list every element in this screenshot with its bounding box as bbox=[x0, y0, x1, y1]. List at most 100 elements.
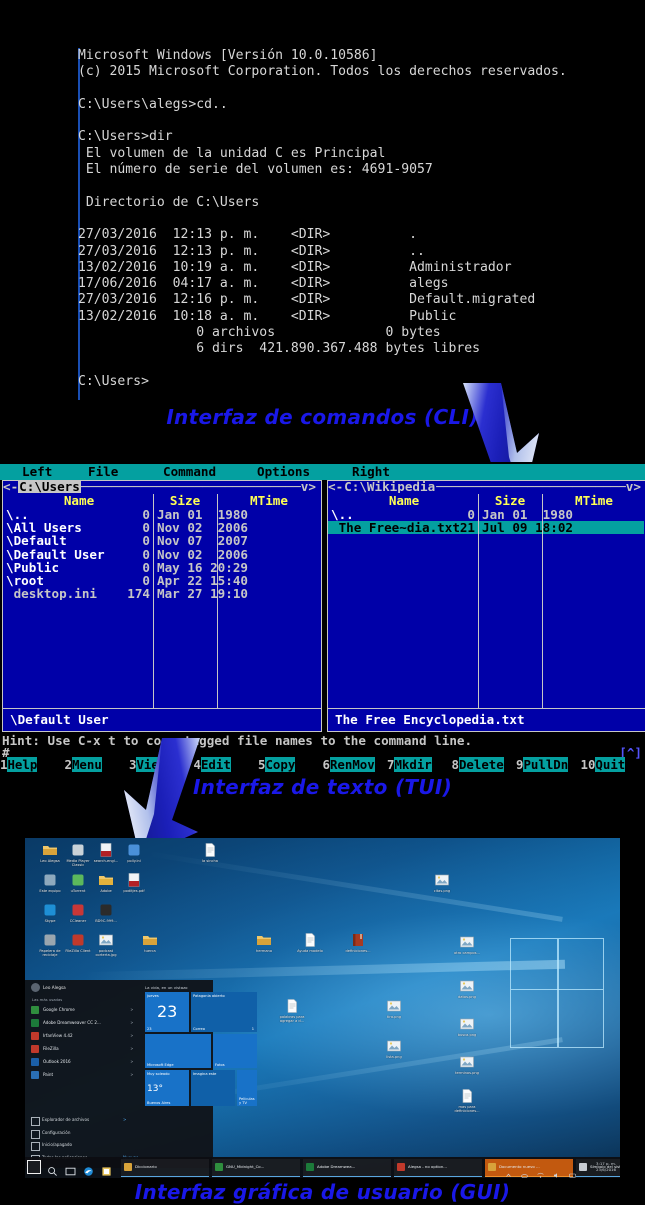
chevron-right-icon[interactable]: > bbox=[131, 1007, 133, 1012]
file-panel-left[interactable]: <-C:\Users─────────────────────────────v… bbox=[2, 480, 322, 716]
desktop-icon[interactable]: palabras para agregar a d... bbox=[275, 998, 309, 1024]
fkey-pulldn[interactable]: 9PullDn bbox=[516, 757, 581, 772]
desktop-icon[interactable]: polly.ini bbox=[117, 842, 151, 863]
taskbar-button[interactable]: GNU_Midnight_Co... bbox=[212, 1159, 300, 1177]
app-icon bbox=[126, 842, 142, 858]
start-menu[interactable]: Leo Alegsa Las más usadas La vida, en un… bbox=[25, 980, 257, 1168]
start-menu-bottom-item[interactable]: Explorador de archivos > bbox=[31, 1115, 151, 1126]
desktop-icon[interactable]: tira.png bbox=[377, 998, 411, 1019]
edge-icon[interactable] bbox=[83, 1162, 94, 1176]
desktop-icon-label: poditjes.pdf bbox=[123, 889, 145, 893]
start-menu-app-item[interactable]: Google Chrome > bbox=[31, 1004, 141, 1017]
start-menu-tile[interactable]: Imagina este bbox=[191, 1070, 235, 1106]
desktop-icon[interactable]: Ayuda modelo bbox=[293, 932, 327, 953]
store-icon[interactable] bbox=[101, 1162, 112, 1176]
chevron-right-icon[interactable]: > bbox=[131, 1059, 133, 1064]
fkey-delete[interactable]: 8Delete bbox=[451, 757, 517, 772]
column-header-mtime[interactable]: MTime bbox=[542, 494, 645, 508]
tray-network-icon[interactable] bbox=[537, 1164, 544, 1178]
desktop-icon[interactable]: lista.png bbox=[377, 1038, 411, 1059]
column-header-size[interactable]: Size bbox=[153, 494, 217, 508]
desktop-icon[interactable]: otro campos... bbox=[450, 934, 484, 955]
chevron-right-icon[interactable]: > bbox=[131, 1046, 133, 1051]
taskbar-button-icon bbox=[124, 1163, 132, 1171]
fkey-edit[interactable]: 4Edit bbox=[193, 757, 259, 772]
panel-right-column-headers[interactable]: Name Size MTime bbox=[328, 494, 645, 508]
start-menu-tile[interactable]: Microsoft Edge bbox=[145, 1034, 211, 1068]
start-menu-tile[interactable]: Fotos bbox=[213, 1034, 257, 1068]
desktop-icon[interactable]: citas.png bbox=[425, 872, 459, 893]
desktop-icon[interactable]: terminos.png bbox=[450, 1054, 484, 1075]
start-menu-app-item[interactable]: Adobe Dreamweaver CC 2... > bbox=[31, 1017, 141, 1030]
chevron-right-icon[interactable]: > bbox=[131, 1033, 133, 1038]
fkey-help[interactable]: 1Help bbox=[0, 757, 65, 772]
start-menu-app-item[interactable]: Paint > bbox=[31, 1069, 141, 1082]
file-row[interactable]: desktop.ini 174 Mar 27 19:10 bbox=[3, 587, 321, 600]
panel-left-file-list[interactable]: \.. 0 Jan 01 1980 \All Users 0 Nov 02 2006 \De… bbox=[3, 508, 321, 601]
desktop-icon[interactable]: la sincha bbox=[193, 842, 227, 863]
column-header-size[interactable]: Size bbox=[478, 494, 542, 508]
taskbar-button[interactable]: Adobe Dreamwea... bbox=[303, 1159, 391, 1177]
cli-line-1: (c) 2015 Microsoft Corporation. Todos lo… bbox=[78, 64, 567, 80]
start-menu-tile[interactable]: jueves 23 23 bbox=[145, 992, 189, 1032]
search-icon[interactable] bbox=[47, 1162, 58, 1176]
tray-chevron-icon[interactable] bbox=[505, 1164, 512, 1177]
taskbar[interactable]: Diccionario GNU_Midnight_Co... Adobe Dream… bbox=[25, 1157, 620, 1178]
desktop-icon[interactable]: hermano bbox=[247, 932, 281, 953]
taskview-icon[interactable] bbox=[65, 1162, 76, 1176]
windows-desktop-screenshot[interactable]: Leo Alegsa Media Player Classic search-eng… bbox=[25, 838, 620, 1178]
fkey-copy[interactable]: 5Copy bbox=[258, 757, 323, 772]
desktop-icon[interactable]: BD9C-999... bbox=[89, 902, 123, 923]
start-menu-bottom-item[interactable]: Inicio/apagado bbox=[31, 1140, 151, 1151]
menu-item-options[interactable]: Options bbox=[257, 464, 310, 480]
file-row[interactable]: \Default User 0 Nov 02 2006 bbox=[3, 547, 321, 560]
column-header-name[interactable]: Name bbox=[330, 494, 478, 508]
fkey-mkdir[interactable]: 7Mkdir bbox=[387, 757, 452, 772]
start-menu-bottom-item[interactable]: Configuración bbox=[31, 1128, 151, 1139]
chevron-right-icon[interactable]: > bbox=[131, 1072, 133, 1077]
start-menu-tile[interactable]: Películas y TV bbox=[237, 1070, 257, 1106]
start-menu-tile[interactable]: Patagonia abierto Correo 1 bbox=[191, 992, 257, 1032]
tray-onedrive-icon[interactable] bbox=[521, 1164, 528, 1178]
column-header-mtime[interactable]: MTime bbox=[217, 494, 321, 508]
tui-menu-bar[interactable]: Left File Command Options Right bbox=[0, 464, 645, 480]
tray-keyboard-icon[interactable] bbox=[569, 1164, 576, 1178]
clock-area[interactable]: 3:17 p. m. 23/6/2016 bbox=[596, 1161, 616, 1172]
start-menu-app-item[interactable]: IrfanView 4.42 > bbox=[31, 1030, 141, 1043]
desktop-icon[interactable]: poditjes.pdf bbox=[117, 872, 151, 893]
file-panel-right[interactable]: <-C:\Wikipedia─────────────────────────v… bbox=[327, 480, 645, 716]
start-menu-app-item[interactable]: FileZilla > bbox=[31, 1043, 141, 1056]
chevron-right-icon[interactable]: > bbox=[131, 1020, 133, 1025]
start-menu-app-item[interactable]: Outlook 2016 > bbox=[31, 1056, 141, 1069]
desktop-icon[interactable]: datos.png bbox=[450, 978, 484, 999]
menu-item-command[interactable]: Command bbox=[163, 464, 216, 480]
desktop-icon[interactable]: podcast corterta.jpg bbox=[89, 932, 123, 958]
fkey-menu[interactable]: 2Menu bbox=[64, 757, 130, 772]
tile-title: Patagonia abierto bbox=[193, 993, 225, 998]
file-row[interactable]: The Free~dia.txt 21 Jul 09 18:02 bbox=[328, 521, 644, 534]
menu-item-left[interactable]: Left bbox=[22, 464, 52, 480]
panel-left-column-headers[interactable]: Name Size MTime bbox=[3, 494, 321, 508]
tray-speaker-icon[interactable] bbox=[553, 1164, 560, 1178]
taskbar-button[interactable]: Alegsa - no option... bbox=[394, 1159, 482, 1177]
column-header-name[interactable]: Name bbox=[5, 494, 153, 508]
desktop-icon[interactable]: tuerca bbox=[133, 932, 167, 953]
desktop-icon[interactable]: mas para definiciones... bbox=[450, 1088, 484, 1114]
desktop-icon[interactable]: definiciones... bbox=[341, 932, 375, 953]
desktop-icon[interactable]: busca.png bbox=[450, 1016, 484, 1037]
taskbar-button[interactable]: Diccionario bbox=[121, 1159, 209, 1177]
fkey-view[interactable]: 3View bbox=[129, 757, 194, 772]
file-row[interactable]: \Default 0 Nov 07 2007 bbox=[3, 534, 321, 547]
panel-right-file-list[interactable]: \.. 0 Jan 01 1980 The Free~dia.txt 21 Jul 09… bbox=[328, 508, 645, 534]
menu-item-right[interactable]: Right bbox=[352, 464, 390, 480]
start-button-icon[interactable] bbox=[27, 1160, 41, 1174]
function-key-bar[interactable]: 1Help 2Menu 3View 4Edit 5Copy 6RenMov 7M… bbox=[0, 757, 645, 772]
folder-icon bbox=[142, 932, 158, 948]
command-prompt-console[interactable]: Microsoft Windows [Versión 10.0.10586] (c… bbox=[78, 48, 638, 390]
file-row[interactable]: \Public 0 May 16 20:29 bbox=[3, 561, 321, 574]
fkey-quit[interactable]: 10Quit bbox=[580, 757, 645, 772]
start-menu-tile[interactable]: Muy soleado Buenos Aires 13° bbox=[145, 1070, 189, 1106]
fkey-renmov[interactable]: 6RenMov bbox=[322, 757, 388, 772]
avatar[interactable] bbox=[31, 983, 40, 992]
menu-item-file[interactable]: File bbox=[88, 464, 118, 480]
